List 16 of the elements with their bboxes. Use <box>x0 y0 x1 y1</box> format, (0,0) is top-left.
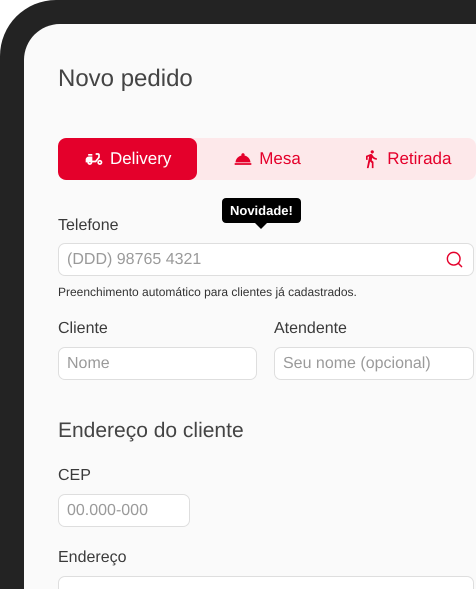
order-type-tab[interactable]: Retirada <box>336 138 476 180</box>
tooltip: Novidade! <box>222 198 301 229</box>
input-field[interactable]: Nome <box>58 347 257 380</box>
input-field[interactable]: Seu nome (opcional) <box>274 347 474 380</box>
order-type-tab[interactable]: Mesa <box>197 138 337 180</box>
field-label: Atendente <box>274 321 347 337</box>
field-label: CEP <box>58 468 91 484</box>
page-title: Novo pedido <box>58 67 194 91</box>
field-label: Cliente <box>58 321 108 337</box>
section-heading: Endereço do cliente <box>58 420 245 441</box>
helper-text: Preenchimento automático para clientes já cadastrados. <box>58 284 358 301</box>
field-label: Endereço <box>58 550 126 566</box>
input-field[interactable]: 00.000-000 <box>58 494 190 527</box>
field-label: Telefone <box>58 218 118 234</box>
order-type-tab[interactable]: Delivery <box>58 138 198 180</box>
phone-field[interactable]: (DDD) 98765 4321 <box>58 243 474 276</box>
